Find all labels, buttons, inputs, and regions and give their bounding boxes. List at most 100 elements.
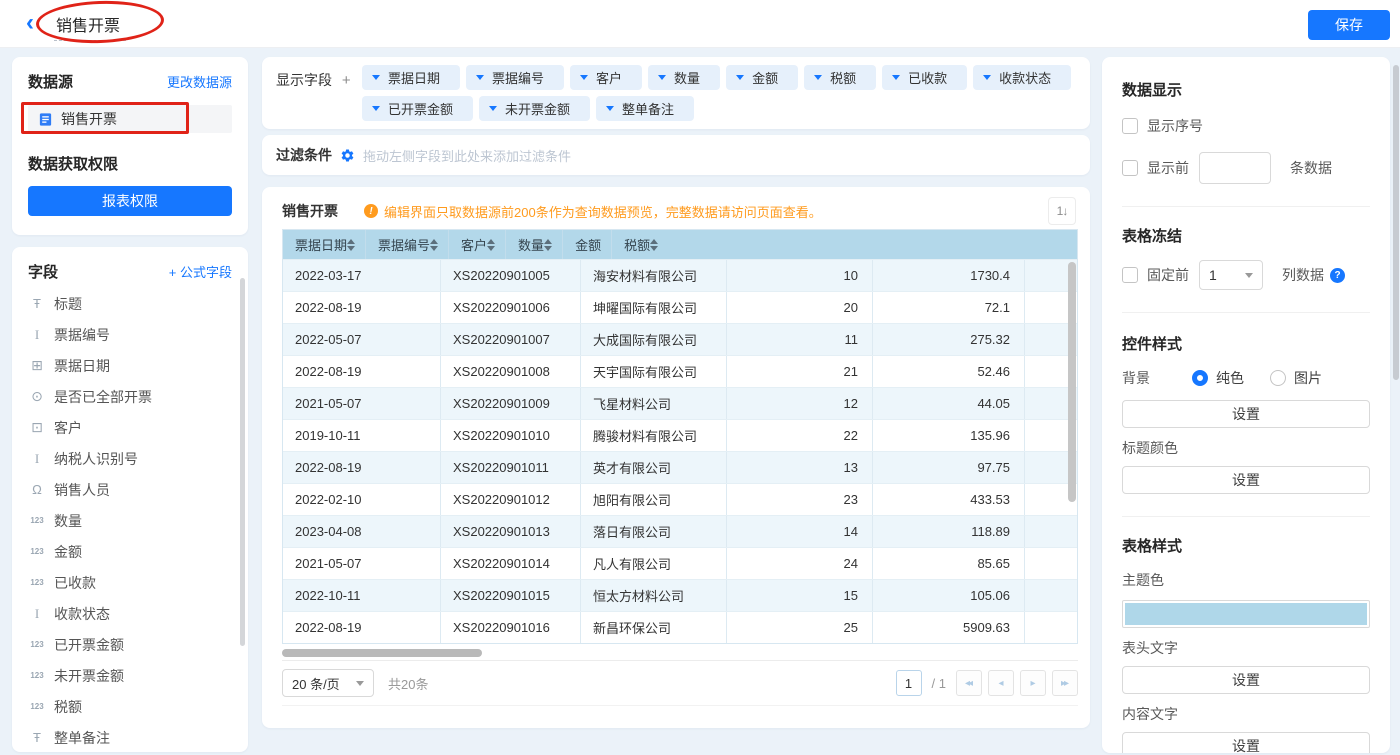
column-header[interactable]: 税额 xyxy=(612,230,668,259)
display-field-chip[interactable]: 已开票金额 xyxy=(362,96,473,121)
table-row[interactable]: 2021-05-07 XS20220901009 飞星材料公司 12 44.05 xyxy=(283,387,1077,419)
datasource-item[interactable]: 销售开票 xyxy=(28,105,232,133)
fields-scrollbar[interactable] xyxy=(240,278,245,646)
table-horizontal-scrollbar-track xyxy=(282,648,1078,658)
page-title[interactable]: 销售开票 xyxy=(54,12,126,41)
sort-carets-icon[interactable] xyxy=(650,239,658,251)
table-horizontal-scrollbar[interactable] xyxy=(282,649,482,657)
solid-color-radio[interactable] xyxy=(1192,370,1208,386)
field-item[interactable]: 税额 xyxy=(28,691,232,722)
table-row[interactable]: 2022-02-10 XS20220901012 旭阳有限公司 23 433.5… xyxy=(283,483,1077,515)
cell-date: 2022-08-19 xyxy=(283,612,441,643)
preview-card: 销售开票 ! 编辑界面只取数据源前200条作为查询数据预览，完整数据请访问页面查… xyxy=(262,187,1090,728)
table-vertical-scrollbar[interactable] xyxy=(1068,262,1076,502)
field-item[interactable]: 数量 xyxy=(28,505,232,536)
back-icon[interactable]: ‹ xyxy=(26,8,34,38)
column-header[interactable]: 客户 xyxy=(449,230,506,259)
chip-label: 票据日期 xyxy=(388,68,440,87)
display-field-chip[interactable]: 票据日期 xyxy=(362,65,460,90)
table-row[interactable]: 2022-03-17 XS20220901005 海安材料有限公司 10 173… xyxy=(283,259,1077,291)
field-item[interactable]: 票据编号 xyxy=(28,319,232,350)
cell-quantity: 13 xyxy=(727,452,873,483)
table-row[interactable]: 2022-08-19 XS20220901011 英才有限公司 13 97.75 xyxy=(283,451,1077,483)
show-first-count-input[interactable] xyxy=(1199,152,1271,184)
background-set-button[interactable]: 设置 xyxy=(1122,400,1370,428)
display-field-chip[interactable]: 票据编号 xyxy=(466,65,564,90)
cell-invoice-no: XS20220901010 xyxy=(441,420,581,451)
table-row[interactable]: 2022-08-19 XS20220901016 新昌环保公司 25 5909.… xyxy=(283,611,1077,643)
display-field-chip[interactable]: 数量 xyxy=(648,65,720,90)
chevron-down-icon xyxy=(476,75,484,80)
show-index-checkbox[interactable] xyxy=(1122,118,1138,134)
display-field-chip[interactable]: 收款状态 xyxy=(973,65,1071,90)
show-first-checkbox[interactable] xyxy=(1122,160,1138,176)
sort-carets-icon[interactable] xyxy=(347,239,355,251)
field-item[interactable]: 票据日期 xyxy=(28,350,232,381)
fix-first-label: 固定前 xyxy=(1147,265,1189,285)
row-order-button[interactable] xyxy=(1048,197,1076,225)
sort-carets-icon[interactable] xyxy=(544,239,552,251)
show-index-label: 显示序号 xyxy=(1147,116,1203,136)
display-field-chip[interactable]: 税额 xyxy=(804,65,876,90)
display-field-chip[interactable]: 未开票金额 xyxy=(479,96,590,121)
save-button[interactable]: 保存 xyxy=(1308,10,1390,40)
help-icon[interactable]: ? xyxy=(1330,268,1345,283)
display-field-chip[interactable]: 客户 xyxy=(570,65,642,90)
chip-label: 金额 xyxy=(752,68,778,87)
image-radio[interactable] xyxy=(1270,370,1286,386)
theme-color-swatch[interactable] xyxy=(1122,600,1370,628)
field-item[interactable]: 标题 xyxy=(28,288,232,319)
report-permission-button[interactable]: 报表权限 xyxy=(28,186,232,216)
panel-scrollbar[interactable] xyxy=(1393,65,1399,380)
field-item[interactable]: 已开票金额 xyxy=(28,629,232,660)
next-page-button[interactable] xyxy=(1020,670,1046,696)
display-field-chip[interactable]: 金额 xyxy=(726,65,798,90)
chip-label: 票据编号 xyxy=(492,68,544,87)
last-page-button[interactable] xyxy=(1052,670,1078,696)
content-text-set-button[interactable]: 设置 xyxy=(1122,732,1370,753)
column-header[interactable]: 票据日期 xyxy=(283,230,366,259)
first-page-button[interactable] xyxy=(956,670,982,696)
table-body: 2022-03-17 XS20220901005 海安材料有限公司 10 173… xyxy=(283,259,1077,643)
field-item[interactable]: 金额 xyxy=(28,536,232,567)
table-row[interactable]: 2019-10-11 XS20220901010 腾骏材料有限公司 22 135… xyxy=(283,419,1077,451)
fix-columns-checkbox[interactable] xyxy=(1122,267,1138,283)
add-display-field-button[interactable]: + xyxy=(342,72,351,89)
gear-icon[interactable] xyxy=(340,148,355,163)
table-row[interactable]: 2022-10-11 XS20220901015 恒太方材料公司 15 105.… xyxy=(283,579,1077,611)
cell-date: 2022-10-11 xyxy=(283,580,441,611)
header-text-set-button[interactable]: 设置 xyxy=(1122,666,1370,694)
field-item[interactable]: 销售人员 xyxy=(28,474,232,505)
table-row[interactable]: 2021-05-07 XS20220901014 凡人有限公司 24 85.65 xyxy=(283,547,1077,579)
fix-columns-count-select[interactable]: 1 xyxy=(1199,260,1263,290)
page-size-select[interactable]: 20 条/页 xyxy=(282,669,374,697)
field-item[interactable]: 整单备注 xyxy=(28,722,232,752)
cell-quantity: 12 xyxy=(727,388,873,419)
table-row[interactable]: 2022-08-19 XS20220901006 坤曜国际有限公司 20 72.… xyxy=(283,291,1077,323)
display-field-chip[interactable]: 整单备注 xyxy=(596,96,694,121)
table-row[interactable]: 2022-08-19 XS20220901008 天宇国际有限公司 21 52.… xyxy=(283,355,1077,387)
field-item[interactable]: 收款状态 xyxy=(28,598,232,629)
sort-carets-icon[interactable] xyxy=(430,239,438,251)
field-item[interactable]: 纳税人识别号 xyxy=(28,443,232,474)
display-field-chip[interactable]: 已收款 xyxy=(882,65,967,90)
previous-page-button[interactable] xyxy=(988,670,1014,696)
chevron-down-icon xyxy=(372,106,380,111)
column-header[interactable]: 票据编号 xyxy=(366,230,449,259)
table-row[interactable]: 2022-05-07 XS20220901007 大成国际有限公司 11 275… xyxy=(283,323,1077,355)
column-header[interactable]: 数量 xyxy=(506,230,563,259)
filter-bar[interactable]: 过滤条件 拖动左侧字段到此处来添加过滤条件 xyxy=(262,135,1090,175)
field-item[interactable]: 是否已全部开票 xyxy=(28,381,232,412)
field-label: 纳税人识别号 xyxy=(54,449,138,469)
table-row[interactable]: 2023-04-08 XS20220901013 落日有限公司 14 118.8… xyxy=(283,515,1077,547)
add-formula-field-link[interactable]: + 公式字段 xyxy=(169,262,232,281)
column-header[interactable]: 金额 xyxy=(563,230,612,259)
field-item[interactable]: 未开票金额 xyxy=(28,660,232,691)
sort-carets-icon[interactable] xyxy=(487,239,495,251)
change-datasource-link[interactable]: 更改数据源 xyxy=(167,72,232,91)
chip-label: 税额 xyxy=(830,68,856,87)
field-item[interactable]: 已收款 xyxy=(28,567,232,598)
title-color-set-button[interactable]: 设置 xyxy=(1122,466,1370,494)
current-page-input[interactable]: 1 xyxy=(896,670,922,696)
field-item[interactable]: 客户 xyxy=(28,412,232,443)
